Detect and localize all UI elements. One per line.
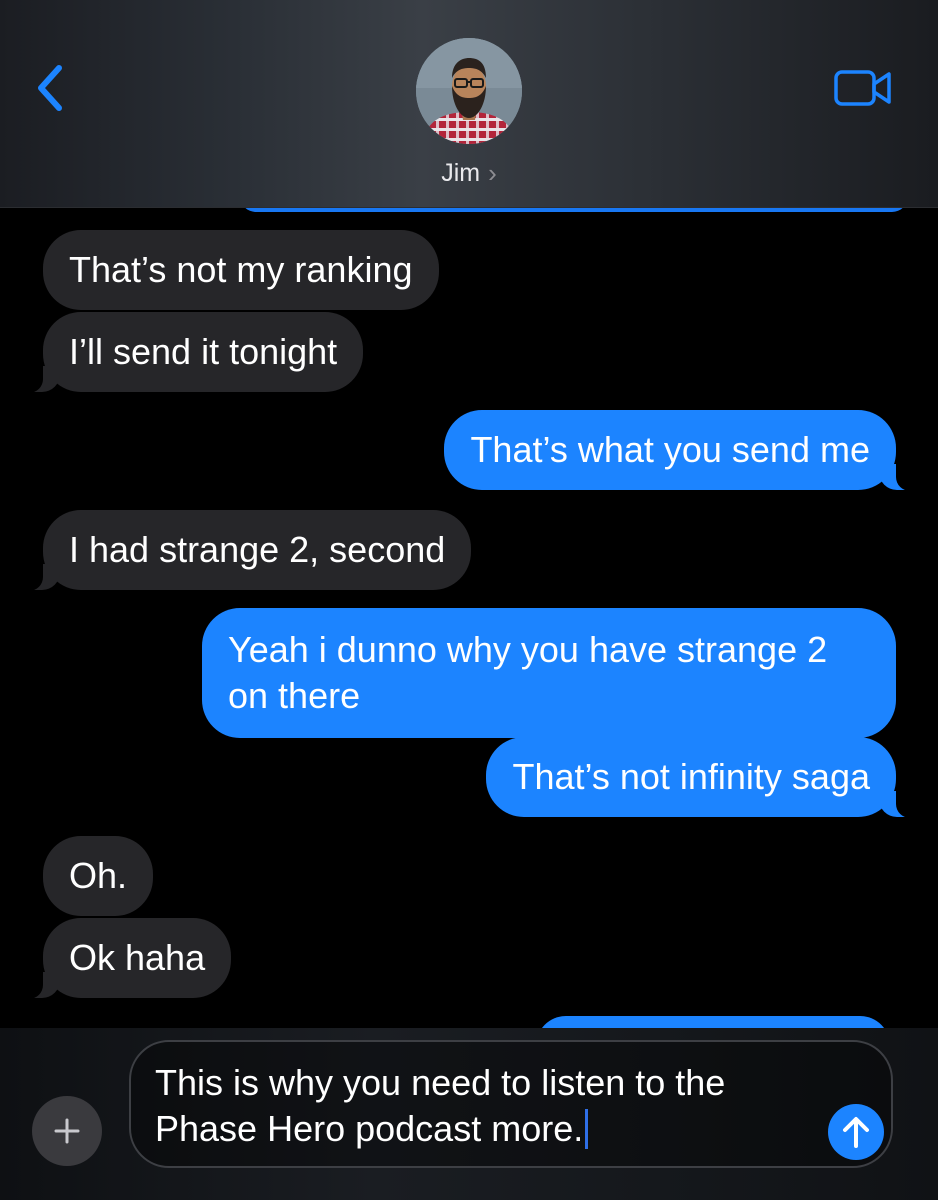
- avatar-photo: [416, 38, 522, 144]
- chevron-left-icon: [38, 65, 62, 111]
- message-text: Oh.: [69, 855, 128, 896]
- send-button[interactable]: [828, 1104, 884, 1160]
- message-input-text[interactable]: This is why you need to listen to the Ph…: [155, 1060, 815, 1152]
- message-bubble[interactable]: I had strange 2, second: [20, 510, 472, 591]
- message-text: That’s what you send me: [470, 429, 870, 470]
- message-bubble[interactable]: Oh.: [43, 836, 154, 916]
- message-text: Yeah i dunno why you have strange 2 on t…: [228, 629, 828, 716]
- video-camera-icon: [834, 70, 891, 106]
- message-bubble[interactable]: That’s not infinity saga: [486, 737, 918, 818]
- message-text: Ok haha: [69, 937, 206, 978]
- text-caret: [585, 1109, 589, 1149]
- contact-name: Jim: [441, 158, 481, 187]
- message-input-value: This is why you need to listen to the Ph…: [155, 1062, 726, 1149]
- message-bubble[interactable]: That’s what you send me: [444, 410, 918, 491]
- message-text: I’ll send it tonight: [69, 331, 338, 372]
- facetime-button[interactable]: [832, 66, 894, 110]
- message-bubble[interactable]: Ok haha: [20, 918, 232, 999]
- message-text: That’s not my ranking: [69, 249, 413, 290]
- message-bubble[interactable]: I’ll send it tonight: [20, 312, 364, 393]
- plus-icon: [54, 1118, 80, 1144]
- message-text: That’s not infinity saga: [512, 756, 870, 797]
- message-bubble[interactable]: That’s not my ranking: [43, 230, 439, 310]
- contact-avatar[interactable]: [416, 38, 522, 144]
- chevron-right-icon: ›: [488, 158, 497, 188]
- back-button[interactable]: [28, 62, 72, 114]
- message-text: I had strange 2, second: [69, 529, 446, 570]
- message-bubble[interactable]: Yeah i dunno why you have strange 2 on t…: [202, 608, 896, 738]
- arrow-up-icon: [843, 1117, 869, 1148]
- conversation-header: Jim ›: [0, 0, 938, 208]
- messages-screen: That’s not my ranking I’ll send it tonig…: [0, 0, 938, 1200]
- contact-name-button[interactable]: Jim ›: [0, 156, 938, 190]
- apps-plus-button[interactable]: [32, 1096, 102, 1166]
